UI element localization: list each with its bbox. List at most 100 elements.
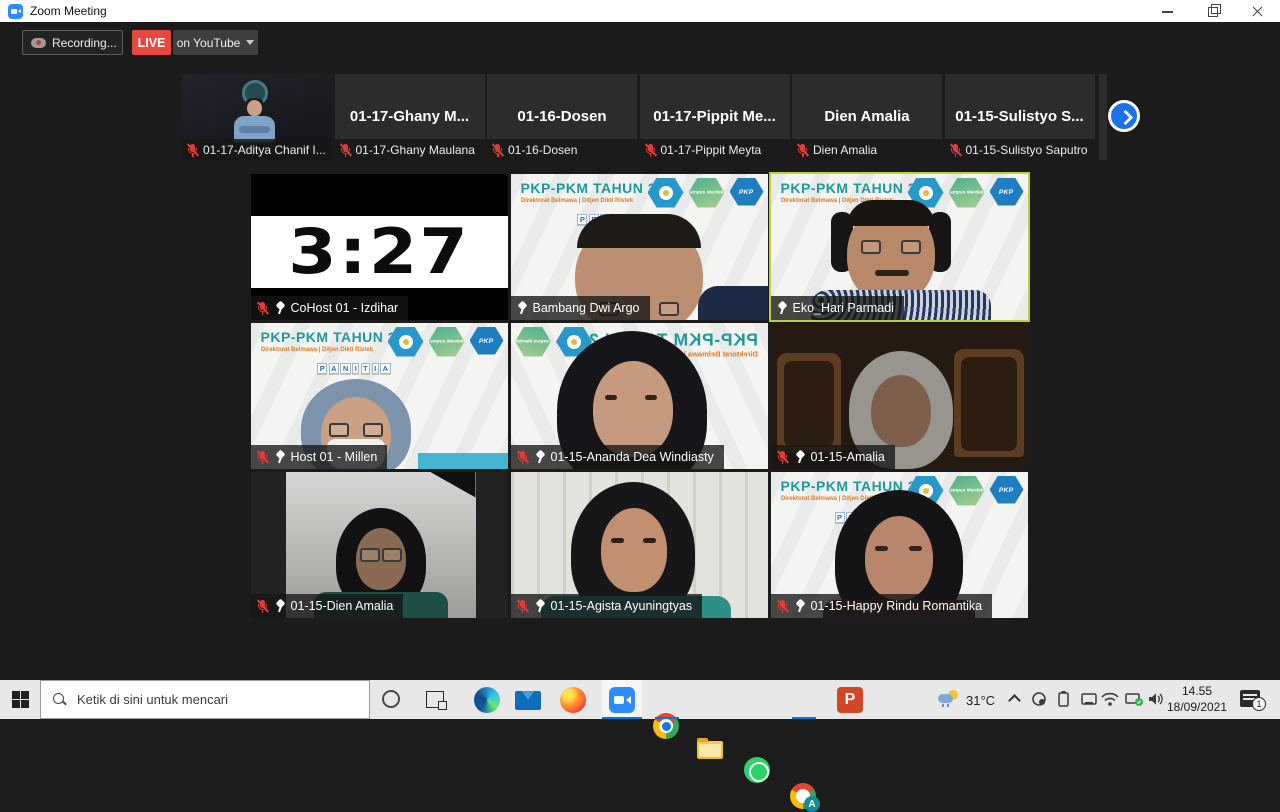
participant-name-label: 01-16-Dosen <box>487 139 637 160</box>
pin-icon <box>274 450 286 463</box>
youtube-stream-button[interactable]: on YouTube <box>173 30 258 55</box>
kampus-merdeka-logo: Kampus Merdeka <box>429 327 465 357</box>
taskbar-search[interactable]: Ketik di sini untuk mencari <box>40 680 370 719</box>
pkp-logo: PKP <box>730 178 764 206</box>
kampus-merdeka-logo: Kampus Merdeka <box>949 476 985 506</box>
filmstrip-tile-ghany[interactable]: 01-17-Ghany M... 01-17-Ghany Maulana <box>335 74 485 160</box>
cortana-button[interactable] <box>382 690 400 708</box>
tray-time: 14.55 <box>1162 683 1232 699</box>
video-tile-amalia[interactable]: 01-15-Amalia <box>771 323 1028 469</box>
participant-name-label: 01-15-Dien Amalia <box>251 594 404 618</box>
chrome-profile-badge: A <box>804 796 820 812</box>
meeting-area: Recording... LIVE on YouTube 01-17-Adity… <box>0 22 1280 680</box>
participant-center-name: Dien Amalia <box>792 108 942 125</box>
wifi-icon[interactable] <box>1100 690 1120 708</box>
search-placeholder: Ketik di sini untuk mencari <box>77 692 228 707</box>
zoom-taskbar-icon[interactable] <box>609 687 635 713</box>
mic-muted-icon <box>796 143 809 157</box>
firefox-icon[interactable] <box>560 687 586 713</box>
glasses <box>360 548 402 558</box>
battery-icon[interactable] <box>1055 690 1073 708</box>
participant-face <box>593 361 673 457</box>
next-page-arrow-button[interactable] <box>1108 100 1140 132</box>
notification-badge: 1 <box>1252 697 1266 711</box>
recording-label: Recording... <box>52 36 117 50</box>
pkp-logo: PKP <box>990 178 1024 206</box>
participant-name-label: Eko_Hari Parmadi <box>771 296 904 320</box>
search-icon <box>53 693 67 707</box>
participant-center-name: 01-15-Sulistyo S... <box>945 108 1095 125</box>
kemdikbud-logo <box>388 327 424 357</box>
pin-icon <box>776 301 788 314</box>
pkp-logo: PKP <box>470 327 504 355</box>
window-title: Zoom Meeting <box>30 4 107 18</box>
video-tile-happy[interactable]: PKP-PKM TAHUN 2021 Direktorat Belmawa | … <box>771 472 1028 618</box>
mic-muted-icon <box>949 143 962 157</box>
video-tile-cohost-izdihar[interactable]: 3:27 CoHost 01 - Izdihar <box>251 174 508 320</box>
pin-icon <box>274 599 286 612</box>
minimize-button[interactable] <box>1145 0 1190 22</box>
temperature-readout[interactable]: 31°C <box>966 693 995 708</box>
participant-name-label: CoHost 01 - Izdihar <box>251 296 409 320</box>
participant-center-name: 01-17-Ghany M... <box>335 108 485 125</box>
participant-name-label: 01-15-Ananda Dea Windiasty <box>511 445 724 469</box>
wooden-chair <box>777 353 841 453</box>
filmstrip-tile-pippit[interactable]: 01-17-Pippit Me... 01-17-Pippit Meyta <box>640 74 790 160</box>
kemdikbud-logo <box>648 178 684 208</box>
video-tile-dien-amalia[interactable]: 01-15-Dien Amalia <box>251 472 508 618</box>
pin-icon <box>274 301 286 314</box>
mic-muted-icon <box>339 143 352 157</box>
edge-icon[interactable] <box>474 687 500 713</box>
mic-muted-icon <box>491 143 504 157</box>
ethernet-secure-icon[interactable] <box>1124 690 1144 708</box>
participant-name-label: 01-17-Ghany Maulana <box>335 139 485 160</box>
weather-icon[interactable] <box>938 690 960 708</box>
start-button[interactable] <box>12 691 29 708</box>
pin-icon <box>534 450 546 463</box>
filmstrip-tile-aditya[interactable]: 01-17-Aditya Chanif I... <box>182 74 332 160</box>
video-tile-millen[interactable]: PKP-PKM TAHUN 2021 Direktorat Belmawa | … <box>251 323 508 469</box>
timer-value: 3:27 <box>288 215 470 288</box>
participant-name-label: 01-15-Agista Ayuningtyas <box>511 594 703 618</box>
chrome-profile-icon[interactable]: A <box>790 783 816 809</box>
filmstrip-tile-dosen[interactable]: 01-16-Dosen 01-16-Dosen <box>487 74 637 160</box>
cast-display-icon[interactable] <box>1080 690 1098 708</box>
participant-name-label: Dien Amalia <box>792 139 942 160</box>
video-tile-ananda[interactable]: PKP-PKM TAHUN 2021 Direktorat Belmawa | … <box>511 323 768 469</box>
restore-button[interactable] <box>1190 0 1235 22</box>
youtube-stream-label: on YouTube <box>177 36 241 50</box>
participant-name-label: 01-15-Amalia <box>771 445 895 469</box>
whatsapp-icon[interactable] <box>744 757 770 783</box>
task-view-button[interactable] <box>426 691 444 708</box>
filmstrip-tile-dien[interactable]: Dien Amalia Dien Amalia <box>792 74 942 160</box>
mail-icon[interactable] <box>515 691 541 710</box>
video-tile-bambang[interactable]: PKP-PKM TAHUN 2021 Direktorat Belmawa | … <box>511 174 768 320</box>
zoom-app-icon <box>8 4 23 19</box>
countdown-timer: 3:27 <box>251 216 508 288</box>
powerpoint-icon[interactable]: P <box>837 687 863 713</box>
video-tile-eko[interactable]: PKP-PKM TAHUN 2021 Direktorat Belmawa | … <box>771 174 1028 320</box>
mic-muted-icon <box>256 301 269 315</box>
pin-icon <box>534 599 546 612</box>
avatar <box>247 100 262 116</box>
audio-device-icon[interactable] <box>1030 690 1048 708</box>
mic-muted-icon <box>516 450 529 464</box>
kampus-merdeka-logo: Kampus Merdeka <box>949 178 985 208</box>
close-button[interactable] <box>1235 0 1280 22</box>
participant-name-label: 01-15-Sulistyo Saputro <box>945 139 1095 160</box>
participant-name-label: 01-17-Aditya Chanif I... <box>182 139 332 160</box>
window-titlebar: Zoom Meeting <box>0 0 1280 22</box>
pin-icon <box>516 301 528 314</box>
mic-muted-icon <box>186 143 199 157</box>
hidden-icons-chevron[interactable] <box>1008 694 1021 707</box>
participant-center-name: 01-17-Pippit Me... <box>640 108 790 125</box>
mic-muted-icon <box>644 143 657 157</box>
file-explorer-icon[interactable] <box>697 741 723 759</box>
participant-name-label: 01-15-Happy Rindu Romantika <box>771 594 993 618</box>
filmstrip-tile-sulistyo[interactable]: 01-15-Sulistyo S... 01-15-Sulistyo Saput… <box>945 74 1095 160</box>
video-tile-agista[interactable]: 01-15-Agista Ayuningtyas <box>511 472 768 618</box>
recording-button[interactable]: Recording... <box>22 30 123 55</box>
clock[interactable]: 14.55 18/09/2021 <box>1162 683 1232 715</box>
pin-icon <box>794 599 806 612</box>
mic-muted-icon <box>256 599 269 613</box>
